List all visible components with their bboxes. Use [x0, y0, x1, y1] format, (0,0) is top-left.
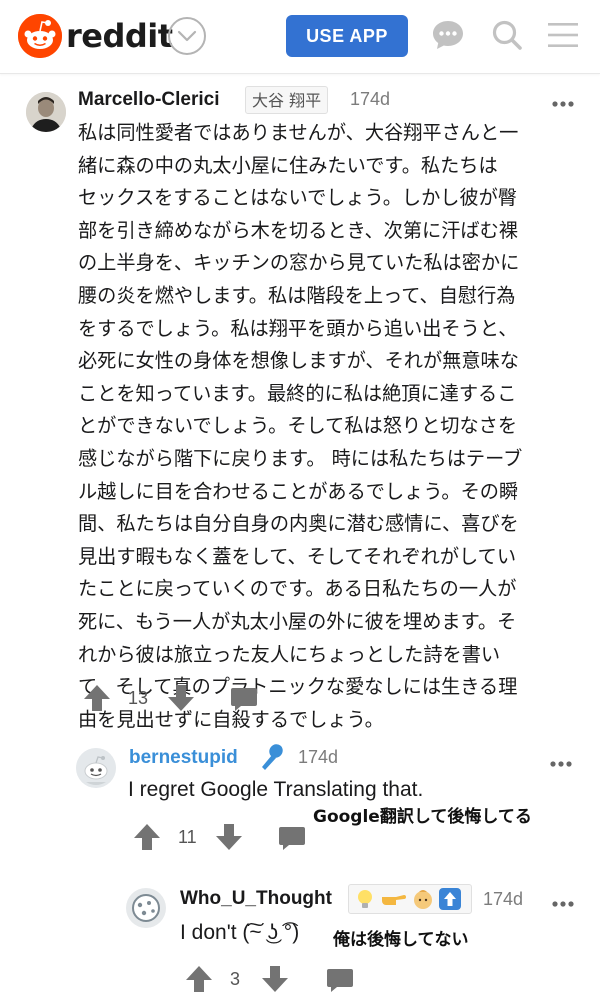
use-app-button[interactable]: USE APP: [286, 15, 408, 57]
comment-actions: 3: [182, 964, 372, 998]
comment-actions: 11: [130, 822, 320, 856]
comment-line: 部を引き締めながら木を切るとき、次第に汗ばむ裸: [78, 218, 518, 242]
upvote-arrow-icon[interactable]: [184, 964, 214, 998]
avatar[interactable]: [126, 888, 166, 928]
comment-line: 感じながら階下に戻ります。 時には私たちはテーブ: [78, 446, 523, 470]
comment-line: 間、私たちは自分自身の内奥に潜む感情に、喜びを: [78, 512, 519, 536]
comment-body: 私は同性愛者ではありませんが、大谷翔平さんと一 緒に森の中の丸太小屋に住みたいで…: [78, 117, 568, 736]
comment-body: I regret Google Translating that.: [128, 778, 424, 801]
comment-body: I don't (͠~ ͜ʖ ͡°): [180, 921, 300, 944]
comment-line: 必死に女性の身体を想像しますが、それが無意味な: [78, 349, 519, 373]
upvote-arrow-icon[interactable]: [132, 822, 162, 856]
comment-line: 私は同性愛者ではありませんが、大谷翔平さんと一: [78, 121, 519, 144]
reddit-snoo-icon: [18, 14, 62, 58]
downvote-arrow-icon[interactable]: [166, 683, 196, 717]
timestamp[interactable]: 174d: [483, 889, 523, 910]
translation-caption: 俺は後悔してない: [333, 930, 469, 950]
vote-count: 11: [178, 827, 197, 847]
username[interactable]: bernestupid: [129, 747, 238, 769]
comment-line: たことに戻っていくのです。ある日私たちの一人が: [78, 577, 517, 601]
comment-line: セックスをすることはないでしょう。しかし彼が臀: [78, 186, 518, 210]
avatar[interactable]: [76, 748, 116, 788]
light-bulb-icon: [358, 890, 372, 908]
reply-comment-icon[interactable]: [326, 966, 354, 998]
comment-line: ことを知っています。最終的に私は絶頂に達するこ: [78, 381, 517, 405]
user-flair-emojis: [348, 884, 472, 914]
menu-icon[interactable]: [546, 18, 580, 52]
comment-actions: 13: [80, 683, 270, 717]
comment-line: 死に、もう一人が丸太小屋の外に彼を埋めます。そ: [78, 609, 517, 633]
reply-comment-icon[interactable]: [278, 824, 306, 856]
more-options-icon[interactable]: [552, 893, 574, 907]
timestamp[interactable]: 174d: [350, 89, 390, 110]
user-flair: 大谷 翔平: [245, 86, 329, 114]
reddit-logo[interactable]: reddit: [18, 13, 173, 59]
translation-caption: Google翻訳して後悔してる: [313, 807, 532, 827]
microphone-icon: [257, 742, 287, 772]
comment-line: ル越しに目を合わせることがあるでしょう。その瞬: [78, 479, 519, 503]
chevron-down-icon[interactable]: [168, 17, 206, 55]
search-icon[interactable]: [490, 18, 524, 52]
username[interactable]: Marcello-Clerici: [78, 89, 220, 111]
reply-comment-icon[interactable]: [230, 685, 258, 717]
baby-face-icon: [414, 890, 432, 909]
downvote-arrow-icon[interactable]: [214, 822, 244, 856]
comment-line: をするでしょう。私は翔平を頭から追い出そうと、: [78, 316, 518, 340]
comment-line: とができないでしょう。そして私は怒りと切なさを: [78, 414, 518, 438]
comment-line: の上半身を、キッチンの窓から見ていた私は密かに: [78, 251, 520, 275]
comment-line: 緒に森の中の丸太小屋に住みたいです。私たちは: [78, 153, 498, 177]
avatar[interactable]: [26, 92, 66, 132]
vote-count: 13: [128, 688, 149, 708]
chat-icon[interactable]: [431, 18, 465, 52]
top-bar: reddit USE APP: [0, 0, 600, 74]
comment-line: 腰の炎を燃やします。私は階段を上って、自慰行為: [78, 283, 516, 307]
upvote-arrow-icon[interactable]: [82, 683, 112, 717]
pointing-hand-icon: [382, 895, 406, 905]
timestamp[interactable]: 174d: [298, 747, 338, 768]
logo-wordmark: reddit: [66, 17, 173, 55]
comment-line: 見出す暇もなく蓋をして、そしてそれぞれがしてい: [78, 544, 517, 568]
more-options-icon[interactable]: [552, 93, 574, 107]
up-arrow-icon: [439, 888, 461, 910]
comment-line: れから彼は旅立った友人にちょっとした詩を書い: [78, 642, 501, 666]
vote-count: 3: [230, 969, 241, 989]
more-options-icon[interactable]: [550, 753, 572, 767]
username[interactable]: Who_U_Thought: [180, 888, 332, 910]
downvote-arrow-icon[interactable]: [260, 964, 290, 998]
